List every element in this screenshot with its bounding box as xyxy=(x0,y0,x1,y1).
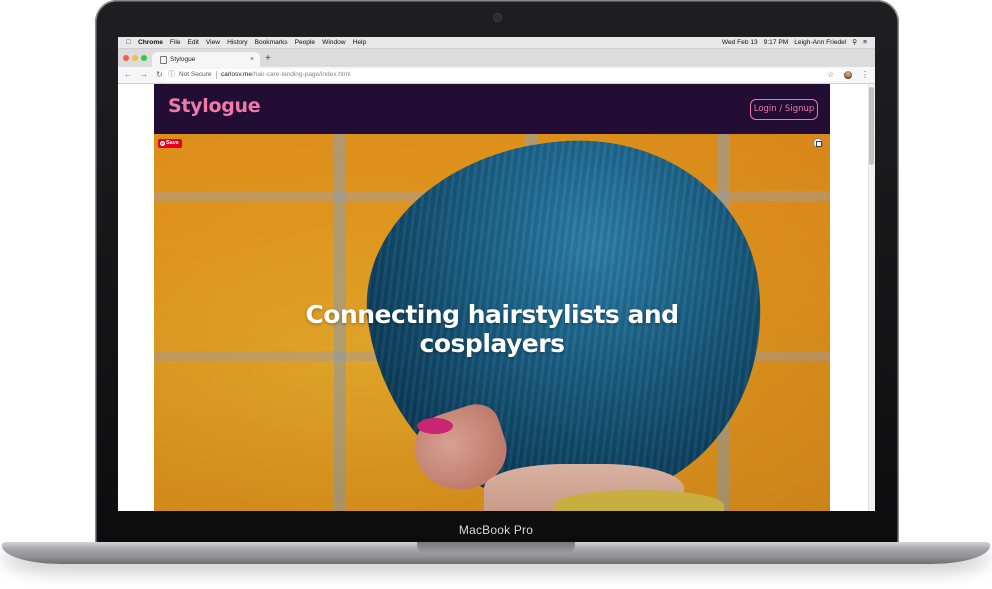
info-icon[interactable]: ⓘ xyxy=(168,69,175,81)
camera-icon xyxy=(493,13,502,22)
login-signup-button[interactable]: Login / Signup xyxy=(750,99,818,120)
hero-headline: Connecting hairstylists and cosplayers xyxy=(305,300,679,358)
reload-icon[interactable]: ↻ xyxy=(156,67,163,83)
browser-toolbar: ← → ↻ ⓘ Not Secure carlosv.me/hair-care-… xyxy=(118,67,875,84)
zoom-window-button[interactable] xyxy=(141,55,147,61)
menubar-date[interactable]: Wed Feb 13 xyxy=(722,37,758,48)
visual-search-icon[interactable] xyxy=(813,138,823,148)
new-tab-button[interactable]: + xyxy=(265,52,271,65)
page-viewport: Stylogue Login / Signup P Save Connectin… xyxy=(118,84,875,511)
close-window-button[interactable] xyxy=(123,55,129,61)
profile-avatar[interactable] xyxy=(844,71,852,79)
menu-history[interactable]: History xyxy=(227,37,248,48)
mac-menu-bar:  Chrome File Edit View History Bookmark… xyxy=(118,37,875,49)
spotlight-search-icon[interactable]: ⚲ xyxy=(852,37,857,48)
forward-arrow-icon[interactable]: → xyxy=(140,67,148,83)
url-domain: carlosv.me xyxy=(221,71,252,78)
security-label[interactable]: Not Secure xyxy=(179,69,212,81)
address-url[interactable]: carlosv.me/hair-care-landing-page/index.… xyxy=(221,69,351,81)
url-path: /hair-care-landing-page/index.html xyxy=(251,71,351,78)
menu-file[interactable]: File xyxy=(170,37,181,48)
hero-image: P Save Connecting hairstylists and cospl… xyxy=(154,116,830,511)
window-controls xyxy=(123,55,147,61)
tab-title: Stylogue xyxy=(170,56,196,63)
menu-people[interactable]: People xyxy=(295,37,316,48)
device-label: MacBook Pro xyxy=(458,523,534,537)
app-menu-name[interactable]: Chrome xyxy=(138,37,163,48)
menu-window[interactable]: Window xyxy=(322,37,345,48)
back-arrow-icon[interactable]: ← xyxy=(124,67,132,83)
site-header: Stylogue Login / Signup xyxy=(154,84,830,134)
minimize-window-button[interactable] xyxy=(132,55,138,61)
scrollbar-thumb[interactable] xyxy=(869,87,874,165)
menu-bookmarks[interactable]: Bookmarks xyxy=(255,37,288,48)
notification-center-icon[interactable]: ≡ xyxy=(863,37,867,48)
apple-menu-icon[interactable]:  xyxy=(126,37,131,48)
bookmark-star-icon[interactable]: ☆ xyxy=(827,67,834,83)
menu-help[interactable]: Help xyxy=(353,37,367,48)
tab-strip: Stylogue × + xyxy=(118,49,875,67)
pinterest-save-button[interactable]: P Save xyxy=(158,139,182,148)
page-favicon-icon xyxy=(160,56,167,64)
laptop-lid-notch xyxy=(417,542,575,554)
tab-close-icon[interactable]: × xyxy=(250,52,254,67)
stylogue-page: Stylogue Login / Signup P Save Connectin… xyxy=(154,84,830,511)
save-label: Save xyxy=(166,140,179,146)
browser-tab[interactable]: Stylogue × xyxy=(152,52,260,67)
menu-edit[interactable]: Edit xyxy=(188,37,199,48)
site-logo[interactable]: Stylogue xyxy=(168,95,261,117)
menubar-time[interactable]: 9:17 PM xyxy=(764,37,789,48)
address-bar[interactable]: ⓘ Not Secure carlosv.me/hair-care-landin… xyxy=(164,69,848,81)
menu-view[interactable]: View xyxy=(206,37,220,48)
pinterest-icon: P xyxy=(160,141,165,146)
address-divider xyxy=(216,71,217,79)
screen:  Chrome File Edit View History Bookmark… xyxy=(118,37,875,511)
more-menu-icon[interactable]: ⋮ xyxy=(861,67,869,83)
menubar-user[interactable]: Leigh-Ann Friedel xyxy=(794,37,846,48)
